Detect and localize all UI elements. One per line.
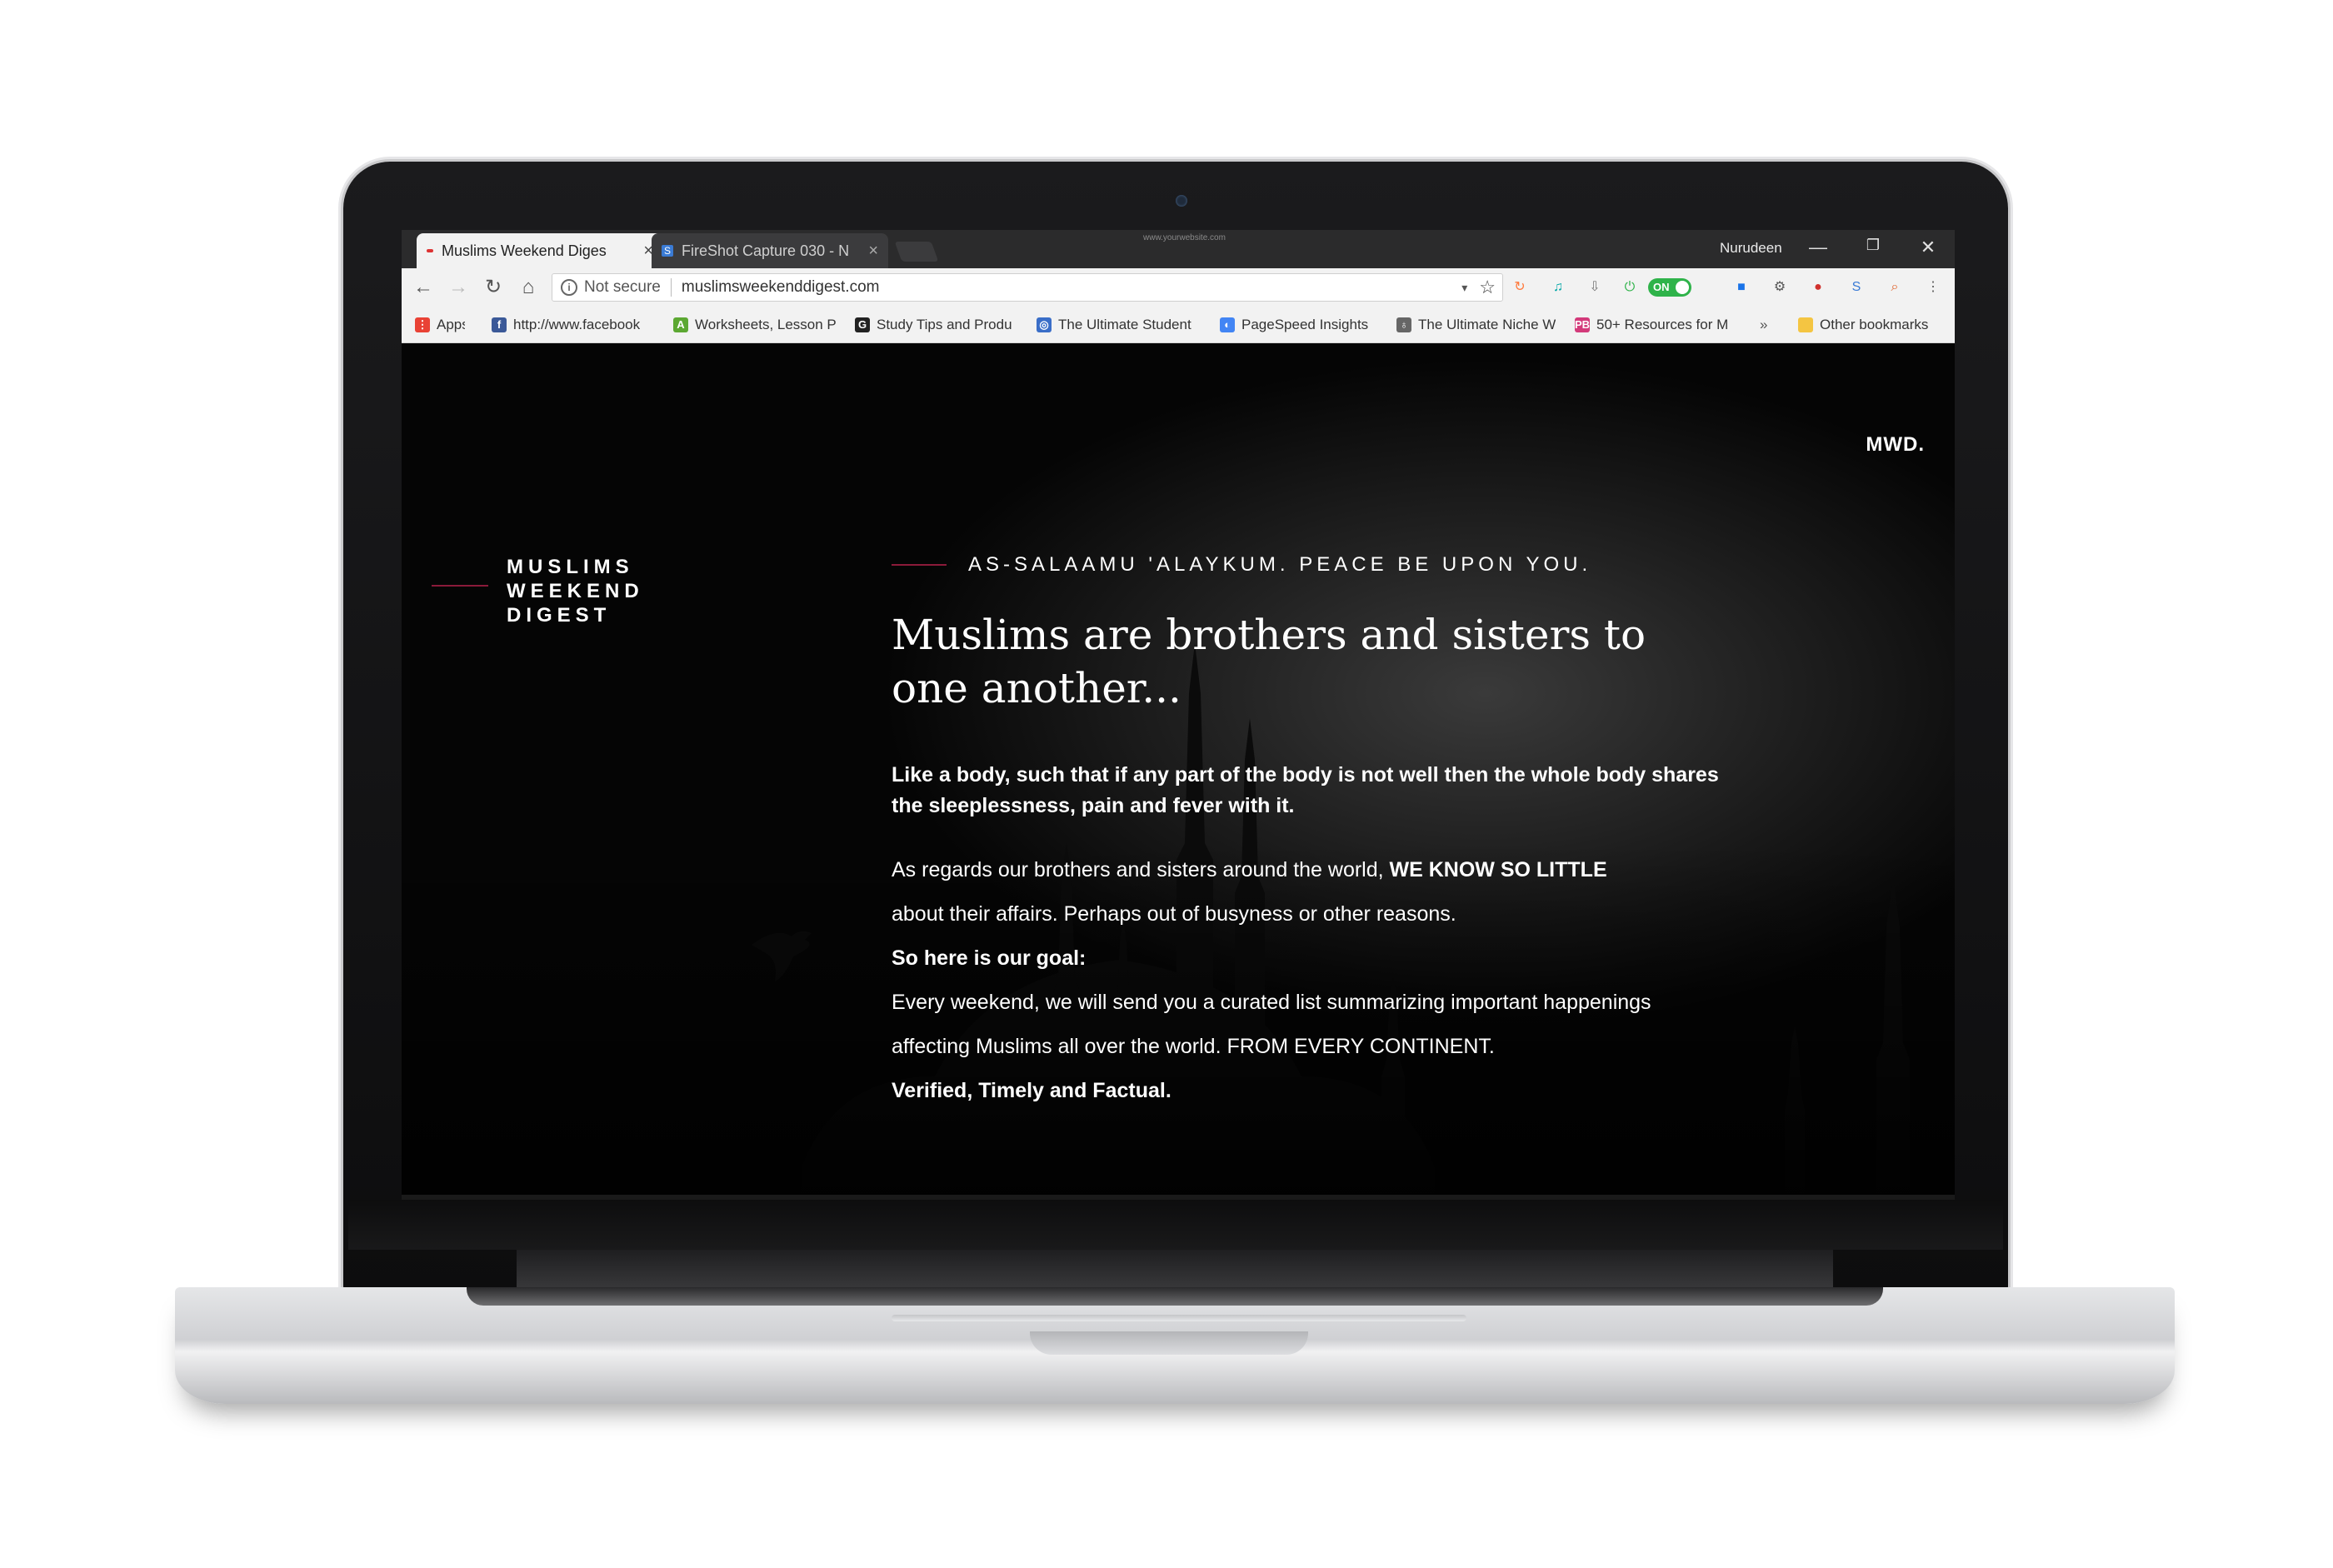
closing-text: Verified, Timely and Factual. [892,1079,1171,1102]
tab-title: Muslims Weekend Diges [442,242,607,259]
close-window-button[interactable]: ✕ [1911,237,1945,258]
bookmark-item[interactable]: PB 50+ Resources for M [1575,317,1728,333]
bookmark-favicon-icon: ⋮ [415,317,430,332]
tab-muslims-weekend-digest[interactable]: Muslims Weekend Diges × [417,233,663,268]
bookmark-item[interactable]: ◐ PageSpeed Insights [1220,317,1368,333]
goal-heading: So here is our goal: [892,946,1087,970]
search-ext-icon[interactable]: ⌕ [1885,278,1905,297]
bookmark-favicon-icon: A [673,317,688,332]
bookmark-item[interactable]: G Study Tips and Produ [855,317,1012,333]
record-ext-icon[interactable]: ● [1808,278,1828,297]
close-icon[interactable]: × [868,242,878,261]
bookmark-label: The Ultimate Niche W [1418,317,1556,332]
paragraph-1-emphasis: WE KNOW SO LITTLE [1389,858,1607,881]
browser-toolbar: ← → ↻ ⌂ i Not secure muslimsweekenddiges… [402,268,1955,307]
site-bottom-edge [402,1195,1955,1200]
home-button[interactable]: ⌂ [517,277,540,298]
browser-tab-bar: Muslims Weekend Diges × S FireShot Captu… [402,230,1955,268]
toggle-knob [1676,281,1689,294]
refresh-ext-icon[interactable]: ↻ [1510,278,1530,297]
laptop-bezel-bottom [348,1200,2003,1250]
page-favicon-icon [427,249,433,252]
address-separator [670,278,672,297]
power-ext-icon[interactable]: ⏻ [1620,278,1640,297]
paragraph-1-start: As regards our brothers and sisters arou… [892,858,1390,881]
reload-button[interactable]: ↻ [482,277,505,298]
security-label[interactable]: Not secure [584,278,661,297]
star-icon[interactable]: ☆ [1479,277,1496,298]
bookmark-label: Worksheets, Lesson P [695,317,837,332]
bookmark-item[interactable]: ♁ The Ultimate Niche W [1396,317,1556,333]
address-bar[interactable]: i Not secure muslimsweekenddigest.com ▾ … [552,273,1503,302]
back-button[interactable]: ← [412,277,435,298]
bookmarks-overflow-button[interactable]: » [1760,317,1767,333]
new-tab-button[interactable] [894,242,939,262]
toggle-switch[interactable]: ON [1648,278,1691,297]
greeting-text: AS-SALAAMU 'ALAYKUM. PEACE BE UPON YOU. [968,553,1592,576]
paragraph-1-end: about their affairs. Perhaps out of busy… [892,902,1456,926]
laptop-thumb-notch [1030,1331,1308,1355]
brand-line-3: DIGEST [507,604,612,627]
toggle-label: ON [1653,281,1670,293]
bookmark-favicon-icon: ♁ [1396,317,1411,332]
bookmark-favicon-icon: G [855,317,870,332]
hero-body: As regards our brothers and sisters arou… [892,848,1808,1113]
greeting-accent-line [892,564,947,566]
hero-lead: Like a body, such that if any part of th… [892,763,1719,817]
bookmark-label: PageSpeed Insights [1241,317,1369,332]
site-logo-short[interactable]: MWD. [1866,433,1925,457]
other-bookmarks[interactable]: Other bookmarks [1798,317,1928,333]
bookmark-label: http://www.facebook [513,317,641,332]
restore-button[interactable]: ❐ [1856,237,1890,254]
url-text[interactable]: muslimsweekenddigest.com [682,278,880,297]
bookmark-favicon-icon: PB [1575,317,1591,332]
bookmark-item[interactable]: f http://www.facebook [492,317,640,333]
website-hero: MWD. MUSLIMS WEEKEND DIGEST AS-SALAAMU '… [402,343,1955,1200]
bookmark-label: Study Tips and Produ [877,317,1012,332]
bookmarks-bar: ⋮ Apps f http://www.facebook A Worksheets, Le… [402,307,1955,343]
forward-button[interactable]: → [447,277,470,298]
s-ext-icon[interactable]: S [1846,278,1866,297]
bookmark-item[interactable]: A Worksheets, Lesson P [673,317,837,333]
bookmark-label: Apps [437,317,465,332]
laptop-screen: Muslims Weekend Diges × S FireShot Captu… [402,230,1955,1200]
laptop-hinge [517,1250,1833,1291]
chevron-down-icon[interactable]: ▾ [1461,281,1467,295]
bookmark-favicon-icon: ◐ [1220,317,1235,332]
brand-line-2: WEEKEND [507,580,644,602]
download-ext-icon[interactable]: ⇩ [1585,278,1605,297]
headphones-ext-icon[interactable]: ♫ [1548,278,1568,297]
bookmark-favicon-icon: ◎ [1037,317,1052,332]
webcam [1176,195,1187,207]
bookmark-label: 50+ Resources for M [1596,317,1729,332]
other-bookmarks-label: Other bookmarks [1820,317,1929,332]
goal-text: Every weekend, we will send you a curate… [892,991,1651,1058]
gear-ext-icon[interactable]: ⚙ [1770,278,1790,297]
folder-icon [1798,317,1813,332]
tab-title: FireShot Capture 030 - N [682,242,850,259]
brand-accent-line [432,585,488,587]
paragraph-1: As regards our brothers and sisters arou… [892,848,1808,892]
site-brand[interactable]: MUSLIMS WEEKEND DIGEST [507,555,644,627]
profile-name[interactable]: Nurudeen [1720,240,1782,257]
bookmark-label: The Ultimate Student [1058,317,1191,332]
minimize-button[interactable]: — [1801,237,1835,258]
bookmark-item[interactable]: ⋮ Apps [415,317,465,333]
menu-ext-icon[interactable]: ⋮ [1923,278,1943,297]
laptop-keyboard-edge [467,1287,1883,1306]
bookmark-item[interactable]: ◎ The Ultimate Student [1037,317,1191,333]
bookmark-favicon-icon: f [492,317,507,332]
brand-line-1: MUSLIMS [507,556,634,578]
watermark-text: www.yourwebsite.com [1143,233,1226,242]
fireshot-favicon-icon: S [662,245,673,257]
tab-fireshot-capture[interactable]: S FireShot Capture 030 - N × [652,233,888,268]
laptop-front-lip [892,1315,1466,1321]
square-ext-icon[interactable]: ■ [1731,278,1751,297]
hero-headline: Muslims are brothers and sisters to one … [892,611,1646,712]
info-icon[interactable]: i [561,279,577,296]
